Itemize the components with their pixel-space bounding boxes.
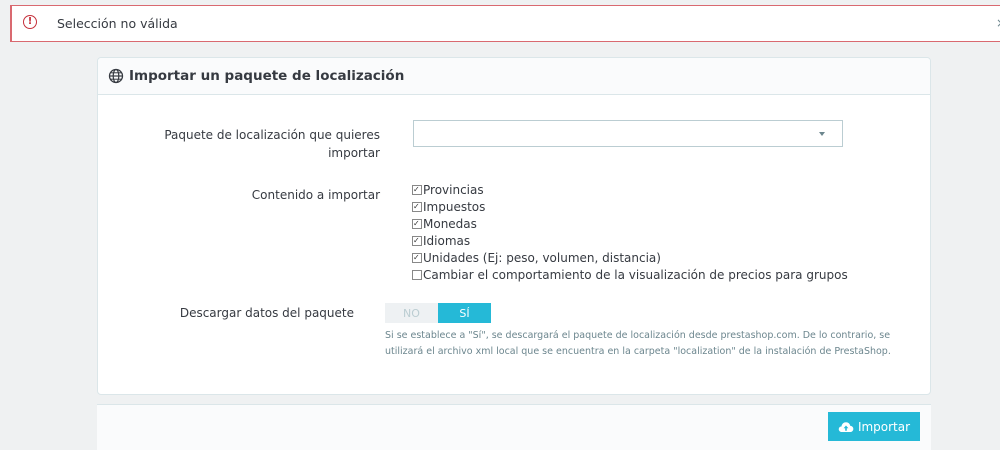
checkbox[interactable] (412, 218, 422, 229)
download-help-text: Si se establece a "Sí", se descargará el… (385, 330, 891, 357)
checkbox[interactable] (412, 201, 422, 212)
alert-circle-icon: ! (23, 15, 37, 29)
chevron-down-icon (819, 132, 825, 136)
import-button[interactable]: Importar (828, 412, 920, 441)
checkbox[interactable] (412, 235, 422, 246)
panel-header: Importar un paquete de localización (98, 58, 930, 95)
checkbox[interactable] (412, 184, 422, 195)
checkbox-monedas[interactable]: Monedas (412, 215, 848, 232)
cloud-upload-icon (838, 421, 854, 432)
checkbox-impuestos[interactable]: Impuestos (412, 198, 848, 215)
switch-option-no[interactable]: NO (385, 303, 438, 323)
alert-message: Selección no válida (57, 16, 178, 31)
import-button-label: Importar (857, 419, 911, 434)
checkbox-label: Cambiar el comportamiento de la visualiz… (423, 267, 848, 282)
checkbox-idiomas[interactable]: Idiomas (412, 232, 848, 249)
checkbox-provincias[interactable]: Provincias (412, 181, 848, 198)
globe-icon (108, 68, 124, 84)
content-checklist: Provincias Impuestos Monedas Idiomas Uni… (412, 181, 848, 283)
close-icon[interactable]: × (996, 16, 1000, 30)
error-alert: ! Selección no válida × (10, 5, 1000, 42)
checkbox-price-display[interactable]: Cambiar el comportamiento de la visualiz… (412, 266, 848, 283)
package-label: Paquete de localización que quieres impo… (164, 128, 380, 160)
checkbox-label: Unidades (Ej: peso, volumen, distancia) (423, 250, 661, 265)
checkbox-label: Impuestos (423, 199, 486, 214)
checkbox-label: Provincias (423, 182, 484, 197)
content-label: Contenido a importar (251, 188, 380, 202)
download-switch[interactable]: NO SÍ (385, 303, 491, 323)
checkbox-label: Idiomas (423, 233, 471, 248)
checkbox-unidades[interactable]: Unidades (Ej: peso, volumen, distancia) (412, 249, 848, 266)
panel-title: Importar un paquete de localización (129, 68, 405, 84)
switch-option-si[interactable]: SÍ (438, 303, 491, 323)
checkbox-label: Monedas (423, 216, 477, 231)
checkbox[interactable] (412, 269, 422, 280)
download-label: Descargar datos del paquete (179, 306, 354, 320)
package-select[interactable] (413, 120, 843, 147)
panel-footer (97, 404, 931, 450)
checkbox[interactable] (412, 252, 422, 263)
